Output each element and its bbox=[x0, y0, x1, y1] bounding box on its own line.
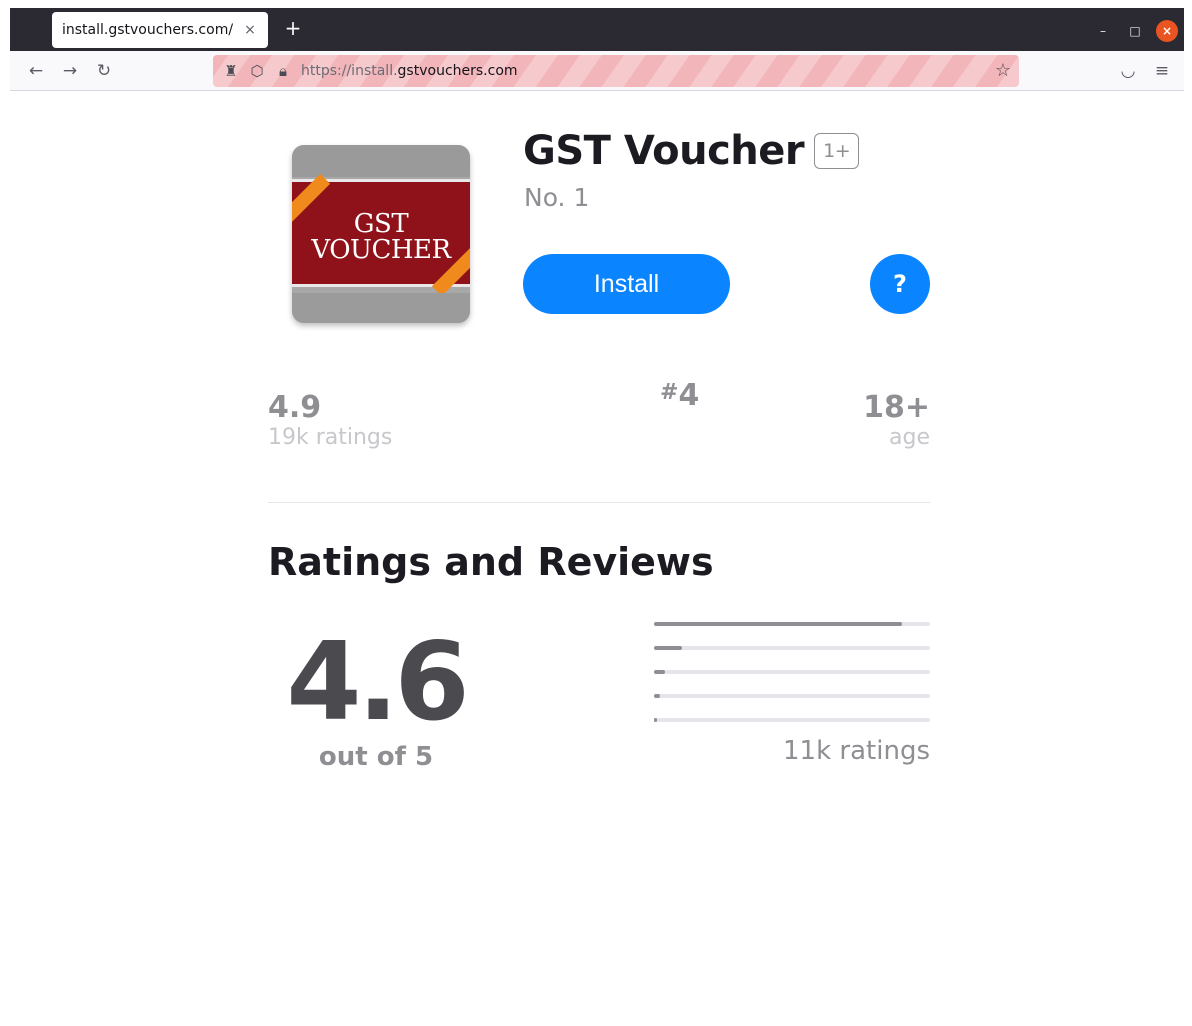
icon-band-bottom bbox=[292, 293, 470, 323]
stat-rank: #4 bbox=[660, 378, 699, 413]
rating-bar-track-5 bbox=[654, 622, 930, 626]
browser-tab[interactable]: install.gstvouchers.com/ × bbox=[52, 12, 268, 48]
app-title-text: GST Voucher bbox=[523, 128, 805, 174]
icon-logo-line2: VOUCHER bbox=[311, 235, 451, 265]
url-bar[interactable]: ♜ ⬡ 🔒︎ https://install. gstvouchers.com ☆ bbox=[213, 55, 1019, 87]
app-icon: GST VOUCHER bbox=[292, 145, 470, 323]
rating-bar-fill-5 bbox=[654, 622, 903, 626]
stat-age-label: age bbox=[889, 425, 930, 450]
window-controls: – □ × bbox=[1092, 20, 1178, 42]
app-subtitle: No. 1 bbox=[524, 183, 590, 212]
back-icon[interactable]: ← bbox=[24, 59, 48, 83]
stat-rating-label: 19k ratings bbox=[268, 425, 393, 450]
stat-rating: 4.9 19k ratings bbox=[268, 390, 392, 450]
rating-bar-track-3 bbox=[654, 670, 930, 674]
remote-control-icon[interactable]: ♜ bbox=[223, 62, 239, 80]
browser-titlebar: install.gstvouchers.com/ × + – □ × bbox=[10, 8, 1184, 51]
close-window-icon[interactable]: × bbox=[1156, 20, 1178, 42]
menu-icon[interactable]: ≡ bbox=[1150, 59, 1174, 83]
tab-close-icon[interactable]: × bbox=[242, 22, 258, 38]
icon-logo-line1: GST bbox=[353, 209, 409, 239]
reload-icon[interactable]: ↻ bbox=[92, 59, 116, 83]
stat-rank-value: 4 bbox=[678, 378, 700, 413]
bookmark-star-icon[interactable]: ☆ bbox=[995, 60, 1011, 81]
forward-icon[interactable]: → bbox=[58, 59, 82, 83]
rating-bar-fill-4 bbox=[654, 646, 682, 650]
ratings-section-title: Ratings and Reviews bbox=[268, 540, 714, 584]
browser-navbar: ← → ↻ ♜ ⬡ 🔒︎ https://install. gstvouchers… bbox=[10, 51, 1184, 91]
stat-age-value: 18+ bbox=[863, 390, 930, 425]
shield-icon[interactable]: ⬡ bbox=[249, 62, 265, 80]
install-button[interactable]: Install bbox=[523, 254, 730, 314]
rating-bar-track-2 bbox=[654, 694, 930, 698]
help-button[interactable]: ? bbox=[870, 254, 930, 314]
maximize-icon[interactable]: □ bbox=[1124, 20, 1146, 42]
rating-bar-fill-2 bbox=[654, 694, 660, 698]
pocket-icon[interactable]: ◡ bbox=[1116, 59, 1140, 83]
rating-bar-fill-3 bbox=[654, 670, 666, 674]
stat-rank-hash: # bbox=[660, 380, 679, 405]
ratings-count: 11k ratings bbox=[783, 736, 930, 766]
rating-bar-fill-1 bbox=[654, 718, 657, 722]
app-title: GST Voucher 1+ bbox=[523, 128, 860, 174]
lock-icon[interactable]: 🔒︎ bbox=[275, 62, 291, 80]
icon-band-top bbox=[292, 145, 470, 177]
rating-bar-track-4 bbox=[654, 646, 930, 650]
stat-age: 18+ age bbox=[840, 390, 930, 450]
out-of-label: out of 5 bbox=[318, 742, 434, 772]
rating-distribution bbox=[654, 622, 930, 742]
age-badge: 1+ bbox=[814, 133, 860, 169]
section-divider bbox=[268, 502, 930, 503]
icon-logo-text: GST VOUCHER bbox=[292, 211, 470, 263]
url-scheme: https://install. bbox=[301, 63, 398, 79]
url-host: gstvouchers.com bbox=[397, 63, 518, 79]
minimize-icon[interactable]: – bbox=[1092, 20, 1114, 42]
rating-bar-track-1 bbox=[654, 718, 930, 722]
tab-title: install.gstvouchers.com/ bbox=[62, 22, 234, 38]
new-tab-button[interactable]: + bbox=[281, 17, 305, 41]
stat-rating-value: 4.9 bbox=[268, 390, 322, 425]
average-score: 4.6 bbox=[286, 620, 469, 745]
